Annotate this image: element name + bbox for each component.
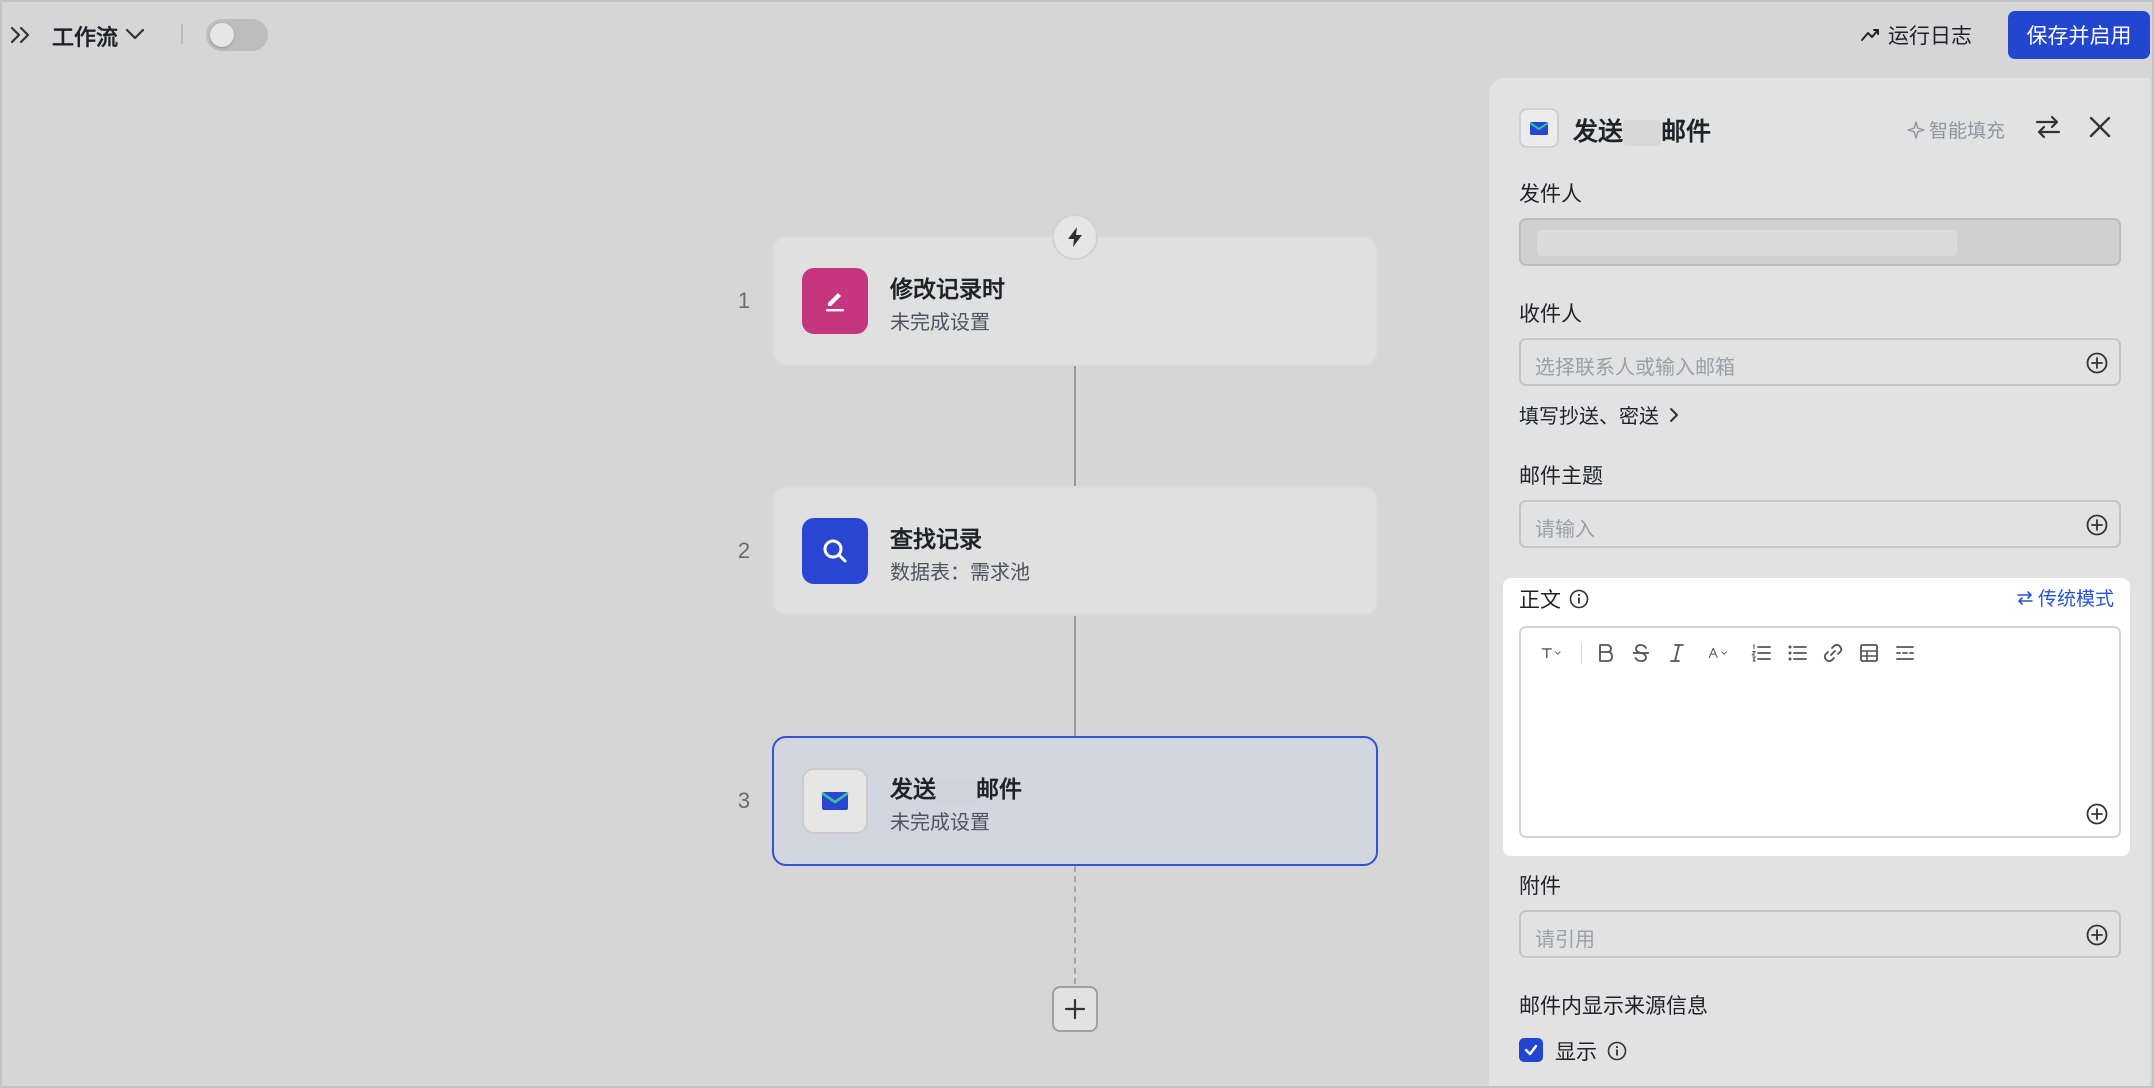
expand-sidebar-icon[interactable]: [6, 20, 36, 50]
swap-icon[interactable]: [2033, 112, 2063, 142]
node-title: 修改记录时: [890, 276, 1005, 302]
node-icon: [802, 768, 868, 834]
toolbar-divider: [181, 24, 183, 44]
bold-icon[interactable]: [1592, 640, 1618, 666]
step-number: 1: [737, 288, 751, 313]
body-rich-text-editor[interactable]: [1519, 626, 2121, 838]
info-icon[interactable]: [1569, 589, 1589, 609]
top-bar: 工作流 运行日志 保存并启用: [0, 0, 2154, 72]
step-number: 2: [737, 538, 751, 563]
chevron-right-icon: [1670, 407, 1678, 422]
legacy-mode-button[interactable]: 传统模式: [2016, 584, 2114, 611]
show-source-label: 显示: [1555, 1036, 1627, 1066]
connector-line: [1074, 366, 1076, 486]
mail-icon: [1529, 122, 1549, 135]
add-circle-icon[interactable]: [2085, 513, 2109, 537]
recipient-input[interactable]: 选择联系人或输入邮箱: [1519, 338, 2121, 386]
add-circle-icon[interactable]: [2085, 923, 2109, 947]
close-icon[interactable]: [2085, 112, 2115, 142]
info-icon[interactable]: [1607, 1041, 1627, 1061]
node-icon: [802, 268, 868, 334]
search-icon: [823, 539, 847, 563]
node-subtitle: 数据表：需求池: [890, 562, 1030, 584]
divider-line-icon[interactable]: [1892, 640, 1918, 666]
font-color-icon[interactable]: [1700, 640, 1738, 666]
recipient-label: 收件人: [1519, 303, 1582, 326]
show-source-checkbox[interactable]: [1519, 1038, 1543, 1062]
toggle-knob: [210, 23, 234, 47]
node-find-records[interactable]: 查找记录 数据表：需求池: [772, 486, 1378, 616]
workflow-title[interactable]: 工作流: [52, 20, 118, 52]
sparkle-icon: [1907, 120, 1925, 139]
ordered-list-icon[interactable]: [1748, 640, 1774, 666]
step-number: 3: [737, 788, 751, 813]
editor-toolbar: [1533, 638, 1918, 668]
edit-icon: [826, 293, 844, 312]
strikethrough-icon[interactable]: [1628, 640, 1654, 666]
toolbar-divider: [1581, 643, 1582, 663]
attachment-label: 附件: [1519, 875, 1561, 898]
smart-fill-button[interactable]: 智能填充: [1907, 116, 2005, 143]
subject-input[interactable]: 请输入: [1519, 500, 2121, 548]
subject-label: 邮件主题: [1519, 465, 1603, 488]
panel-mail-icon: [1519, 108, 1559, 148]
save-and-enable-button[interactable]: 保存并启用: [2008, 11, 2150, 59]
sender-field[interactable]: [1519, 218, 2121, 266]
body-label: 正文: [1519, 584, 1589, 614]
checkmark-icon: [1524, 1044, 1538, 1056]
table-icon[interactable]: [1856, 640, 1882, 666]
node-subtitle: 未完成设置: [890, 312, 990, 334]
workflow-enable-toggle[interactable]: [206, 19, 268, 51]
node-title: 查找记录: [890, 526, 982, 552]
bullet-list-icon[interactable]: [1784, 640, 1810, 666]
node-icon: [802, 518, 868, 584]
email-body-section: 正文 传统模式: [1503, 578, 2130, 856]
add-step-button[interactable]: [1052, 986, 1098, 1032]
mail-icon: [821, 791, 849, 810]
run-log-button[interactable]: 运行日志: [1860, 20, 1972, 50]
node-send-email[interactable]: 发送 邮件 未完成设置: [772, 736, 1378, 866]
cc-bcc-link[interactable]: 填写抄送、密送: [1519, 400, 1681, 429]
add-circle-icon[interactable]: [2085, 802, 2109, 826]
chevron-down-icon[interactable]: [124, 26, 146, 42]
node-title: 发送 邮件: [890, 776, 1022, 803]
sender-label: 发件人: [1519, 183, 1582, 206]
dashed-connector: [1074, 866, 1076, 984]
redacted-text: [1623, 120, 1662, 147]
add-circle-icon[interactable]: [2085, 351, 2109, 375]
trigger-lightning-icon: [1052, 214, 1098, 260]
node-subtitle: 未完成设置: [890, 812, 990, 834]
text-style-icon[interactable]: [1533, 640, 1571, 666]
panel-title: 发送 邮件: [1573, 118, 1712, 147]
redacted-text: [936, 778, 976, 803]
redacted-text: [1537, 230, 1957, 256]
swap-icon: [2017, 590, 2033, 605]
italic-icon[interactable]: [1664, 640, 1690, 666]
source-info-label: 邮件内显示来源信息: [1519, 995, 1708, 1018]
trend-chart-icon: [1861, 29, 1879, 41]
plus-icon: [1064, 998, 1086, 1020]
attachment-input[interactable]: 请引用: [1519, 910, 2121, 958]
connector-line: [1074, 616, 1076, 736]
run-log-label: 运行日志: [1888, 25, 1972, 48]
link-icon[interactable]: [1820, 640, 1846, 666]
